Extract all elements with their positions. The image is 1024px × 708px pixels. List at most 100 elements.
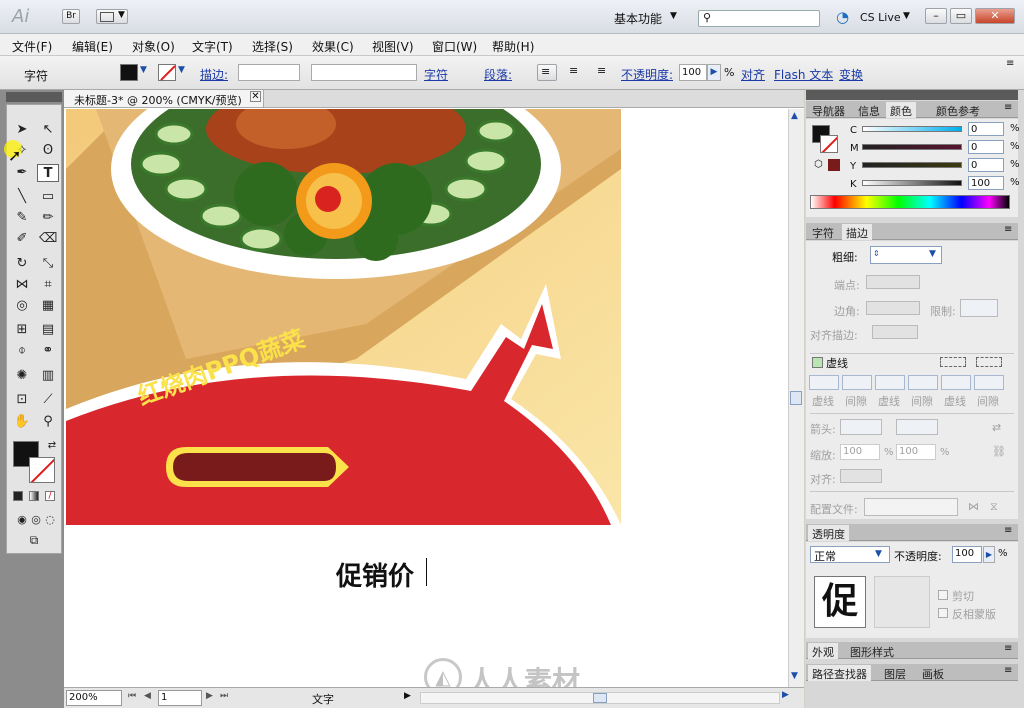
object-thumbnail[interactable]: 促: [814, 576, 866, 628]
stroke-swatch[interactable]: [158, 64, 176, 81]
chevron-down-icon[interactable]: ▼: [670, 11, 677, 21]
free-transform-tool-icon[interactable]: ⌗: [39, 276, 57, 294]
menu-window[interactable]: 窗口(W): [432, 38, 477, 55]
vertical-scrollbar[interactable]: ▲ ▼: [788, 109, 804, 687]
dash-field-1[interactable]: [809, 375, 839, 390]
tab-transparency[interactable]: 透明度: [808, 525, 849, 541]
field-m[interactable]: 0: [968, 140, 1004, 154]
horizontal-scrollbar[interactable]: [420, 692, 780, 704]
perspective-grid-tool-icon[interactable]: ▦: [39, 297, 57, 315]
tab-stroke[interactable]: 描边: [842, 224, 872, 240]
menu-help[interactable]: 帮助(H): [492, 38, 534, 55]
color-stroke-swatch[interactable]: [820, 135, 838, 153]
tab-layers[interactable]: 图层: [880, 665, 910, 681]
limit-field[interactable]: [960, 299, 998, 317]
stroke-link[interactable]: 描边:: [200, 66, 228, 83]
pencil-tool-icon[interactable]: ✏: [39, 209, 57, 227]
opacity-link[interactable]: 不透明度:: [621, 66, 673, 83]
nav-first-icon[interactable]: ⏮: [128, 691, 136, 701]
artboard[interactable]: 红烧肉PPQ蔬菜: [66, 109, 621, 525]
direct-selection-tool-icon[interactable]: ↖: [39, 121, 57, 139]
color-mode-icon[interactable]: [13, 491, 23, 501]
minimize-button[interactable]: –: [925, 8, 947, 24]
tab-navigator[interactable]: 导航器: [808, 102, 849, 118]
status-tool-label[interactable]: 文字: [312, 691, 334, 707]
restore-button[interactable]: ▭: [950, 8, 972, 24]
font-family-select[interactable]: [311, 64, 417, 81]
status-menu-icon[interactable]: ▶: [404, 691, 411, 701]
align-link[interactable]: 对齐: [741, 66, 765, 83]
menu-object[interactable]: 对象(O): [132, 38, 175, 55]
opacity-value-stepper[interactable]: ▶: [983, 546, 995, 563]
slider-k[interactable]: [862, 180, 962, 186]
selection-tool-icon[interactable]: ➤: [13, 121, 31, 139]
graph-tool-icon[interactable]: ▥: [39, 367, 57, 385]
panel-menu-icon[interactable]: ≡: [1004, 643, 1012, 654]
scale-end-field[interactable]: 100: [896, 444, 936, 460]
cube-icon[interactable]: ⬡: [814, 159, 823, 170]
align-left-button[interactable]: ≡: [537, 64, 557, 81]
dash-field-3[interactable]: [941, 375, 971, 390]
zoom-select[interactable]: 200%: [66, 690, 122, 706]
scroll-right-icon[interactable]: ▶: [782, 690, 789, 700]
opacity-value-field[interactable]: 100: [952, 546, 982, 563]
width-tool-icon[interactable]: ⋈: [13, 276, 31, 294]
menu-type[interactable]: 文字(T): [192, 38, 233, 55]
tab-pathfinder[interactable]: 路径查找器: [808, 665, 871, 681]
close-button[interactable]: ✕: [975, 8, 1015, 24]
gradient-mode-icon[interactable]: [29, 491, 39, 501]
opacity-field[interactable]: 100: [679, 64, 707, 81]
gap-field-1[interactable]: [842, 375, 872, 390]
pen-tool-icon[interactable]: ✒: [13, 164, 31, 182]
nav-last-icon[interactable]: ⏭: [220, 691, 228, 701]
nav-prev-icon[interactable]: ◀: [144, 691, 151, 701]
slider-c[interactable]: [862, 126, 962, 132]
paragraph-link[interactable]: 段落:: [484, 66, 512, 83]
flash-text-link[interactable]: Flash 文本: [774, 66, 833, 83]
slice-tool-icon[interactable]: ⟋: [39, 391, 57, 409]
symbol-sprayer-tool-icon[interactable]: ✺: [13, 367, 31, 385]
paintbrush-tool-icon[interactable]: ✎: [13, 209, 31, 227]
gap-field-3[interactable]: [974, 375, 1004, 390]
slider-m[interactable]: [862, 144, 962, 150]
type-tool-icon[interactable]: T: [37, 164, 59, 182]
close-tab-icon[interactable]: ✕: [250, 91, 261, 102]
transform-link[interactable]: 变换: [839, 66, 863, 83]
dash-field-2[interactable]: [875, 375, 905, 390]
tab-color-guide[interactable]: 颜色参考: [932, 102, 984, 118]
scale-tool-icon[interactable]: ⤡: [39, 255, 57, 273]
arrow-align-buttons[interactable]: [840, 469, 882, 483]
panel-menu-icon[interactable]: ≡: [1004, 665, 1012, 676]
fill-swatch[interactable]: [120, 64, 138, 81]
panel-menu-icon[interactable]: ≡: [1004, 224, 1012, 235]
gradient-tool-icon[interactable]: ▤: [39, 321, 57, 339]
link-icon[interactable]: ⛓: [992, 445, 1006, 458]
menu-view[interactable]: 视图(V): [372, 38, 414, 55]
page-select[interactable]: 1: [158, 690, 202, 706]
tab-color[interactable]: 颜色: [886, 102, 916, 118]
stroke-weight-select[interactable]: ⇕ ▼: [870, 246, 942, 264]
screen-mode-icon[interactable]: ⧉: [25, 531, 43, 549]
menu-select[interactable]: 选择(S): [252, 38, 293, 55]
cap-buttons[interactable]: [866, 275, 920, 289]
panel-menu-icon[interactable]: ≡: [1006, 58, 1014, 69]
flip-horizontal-icon[interactable]: ⋈: [968, 500, 979, 513]
document-tab[interactable]: 未标题-3* @ 200% (CMYK/预览) ✕: [64, 90, 264, 107]
artboard-tool-icon[interactable]: ⊡: [13, 391, 31, 409]
draw-inside-icon[interactable]: ◌: [41, 511, 59, 529]
bridge-button[interactable]: Br: [62, 9, 80, 24]
tab-appearance[interactable]: 外观: [808, 643, 838, 659]
arrow-end-select[interactable]: [896, 419, 938, 435]
workspace-switcher[interactable]: 基本功能: [614, 10, 662, 27]
dashed-line-checkbox[interactable]: [812, 357, 823, 368]
eyedropper-tool-icon[interactable]: ⌽: [13, 342, 31, 360]
tab-info[interactable]: 信息: [854, 102, 884, 118]
chevron-down-icon[interactable]: ▼: [178, 65, 185, 75]
cs-live-menu[interactable]: CS Live: [860, 11, 901, 24]
scroll-down-icon[interactable]: ▼: [791, 671, 798, 681]
blend-mode-select[interactable]: 正常 ▼: [810, 546, 890, 563]
mesh-tool-icon[interactable]: ⊞: [13, 321, 31, 339]
rectangle-tool-icon[interactable]: ▭: [39, 188, 57, 206]
scale-start-field[interactable]: 100: [840, 444, 880, 460]
align-right-button[interactable]: ≡: [594, 64, 614, 81]
